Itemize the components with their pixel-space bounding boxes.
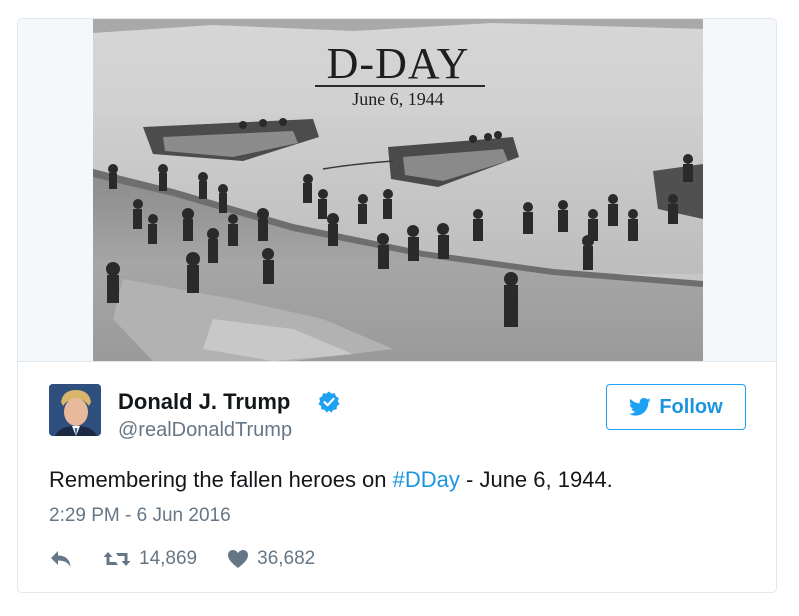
retweet-icon [103,552,131,566]
reply-button[interactable] [49,549,73,569]
photo-headline: D-DAY [326,39,470,88]
hashtag-link[interactable]: #DDay [393,467,460,492]
tweet-photo[interactable]: D-DAY June 6, 1944 [93,19,703,361]
retweet-button[interactable]: 14,869 [103,548,197,570]
profile-photo-icon [49,384,101,436]
photo-divider [315,85,485,87]
photo-date-caption: June 6, 1944 [352,89,444,109]
media-container: D-DAY June 6, 1944 [18,19,776,362]
like-count: 36,682 [257,548,316,569]
reply-icon [51,551,71,567]
author-display-name[interactable]: Donald J. Trump [118,389,290,415]
verified-badge-icon [318,391,340,413]
avatar[interactable] [49,384,101,436]
like-button[interactable]: 36,682 [227,548,315,570]
tweet-text-suffix: - June 6, 1944. [459,467,613,492]
follow-button-label: Follow [659,395,723,418]
retweet-count: 14,869 [139,548,198,569]
tweet-text: Remembering the fallen heroes on #DDay -… [49,466,613,494]
tweet-card: D-DAY June 6, 1944 Donald J. Trump @real… [17,18,777,593]
tweet-text-prefix: Remembering the fallen heroes on [49,467,393,492]
follow-button[interactable]: Follow [606,384,746,430]
heart-icon [228,550,249,568]
tweet-actions: 14,869 36,682 [49,546,315,572]
tweet-timestamp[interactable]: 2:29 PM - 6 Jun 2016 [49,504,231,528]
author-handle[interactable]: @realDonaldTrump [118,418,292,442]
twitter-bird-icon [629,398,651,416]
